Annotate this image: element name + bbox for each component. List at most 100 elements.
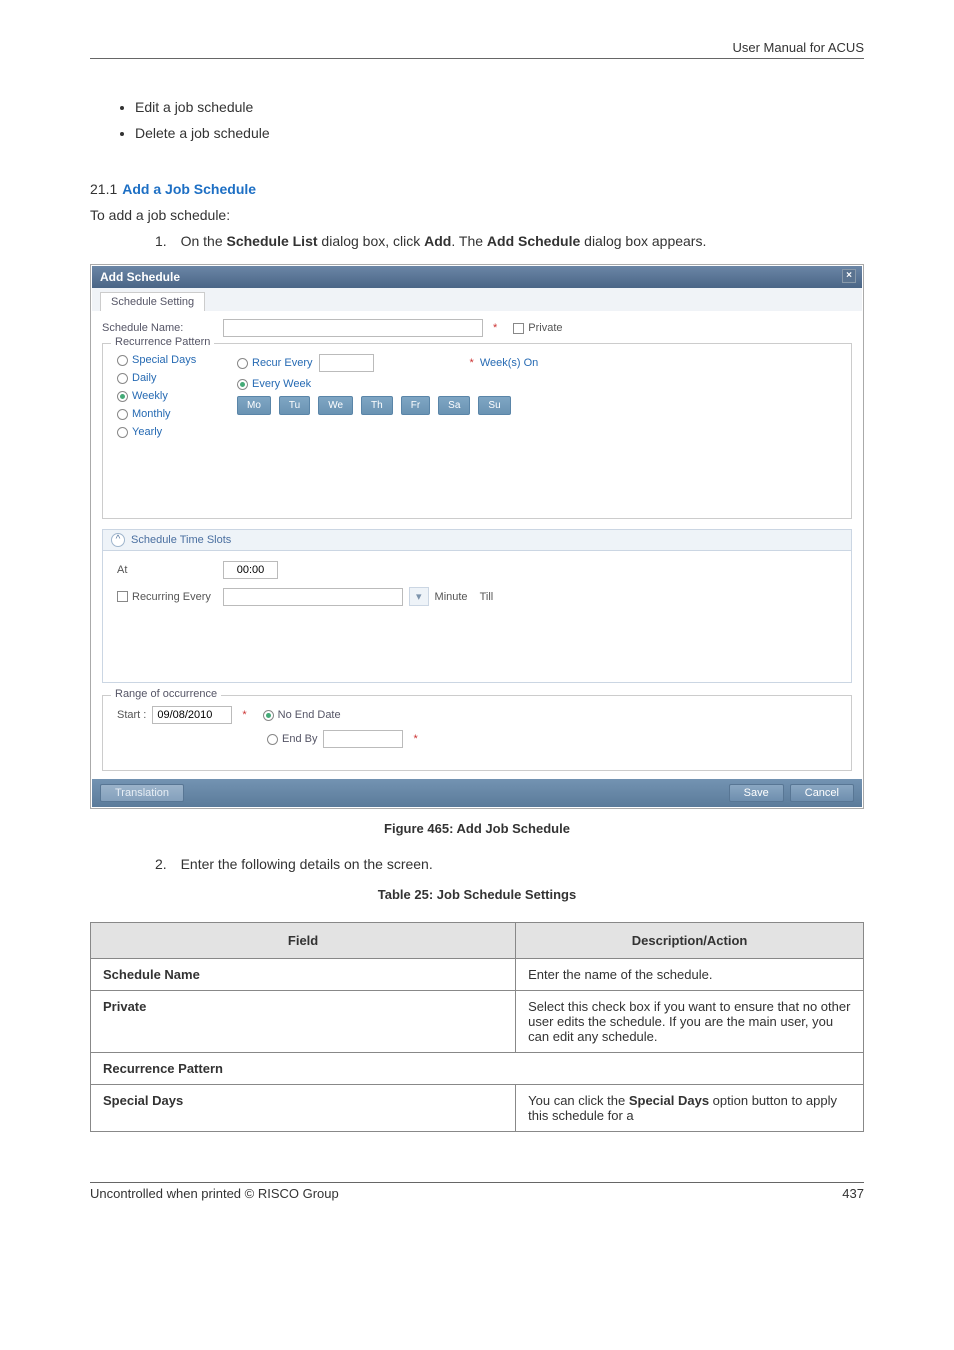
translation-button[interactable]: Translation [100, 784, 184, 802]
chevron-up-icon[interactable]: ^ [111, 533, 125, 547]
recurring-checkbox-wrap[interactable]: Recurring Every [117, 591, 217, 603]
recurring-checkbox[interactable] [117, 591, 128, 602]
pattern-right-panel: Recur Every * Week(s) On Every Week Mo T… [237, 354, 837, 438]
time-slots-title: Schedule Time Slots [131, 534, 231, 546]
time-slots-body: At Recurring Every ▾ Minute Till [102, 551, 852, 683]
step-2-number: 2. [155, 856, 167, 872]
header-title: User Manual for ACUS [733, 40, 865, 55]
start-label: Start : [117, 709, 146, 721]
table-caption: Table 25: Job Schedule Settings [90, 887, 864, 902]
day-mo[interactable]: Mo [237, 396, 271, 415]
cancel-button[interactable]: Cancel [790, 784, 854, 802]
bullet-item: Edit a job schedule [135, 99, 864, 115]
required-icon: * [493, 322, 497, 334]
footer-page-number: 437 [842, 1186, 864, 1201]
section-title: Add a Job Schedule [122, 181, 256, 197]
day-fr[interactable]: Fr [401, 396, 430, 415]
section-heading: 21.1 Add a Job Schedule [90, 181, 864, 197]
step-1-bold-b: Schedule List [227, 233, 318, 249]
radio-weekly[interactable]: Weekly [117, 390, 217, 402]
day-sa[interactable]: Sa [438, 396, 470, 415]
dropdown-icon[interactable]: ▾ [409, 587, 429, 606]
required-icon: * [413, 733, 417, 745]
cell-desc: You can click the Special Days option bu… [516, 1085, 864, 1132]
radio-end-by[interactable]: End By [267, 733, 317, 745]
range-fieldset: Range of occurrence Start : * No End Dat… [102, 695, 852, 771]
day-we[interactable]: We [318, 396, 353, 415]
step-1-bold-d: Add [424, 233, 451, 249]
end-by-input[interactable] [323, 730, 403, 748]
private-label: Private [528, 322, 562, 334]
add-schedule-dialog: Add Schedule × Schedule Setting Schedule… [92, 266, 862, 807]
dialog-screenshot: Add Schedule × Schedule Setting Schedule… [90, 264, 864, 809]
figure-caption: Figure 465: Add Job Schedule [90, 821, 864, 836]
page-footer: Uncontrolled when printed © RISCO Group … [90, 1182, 864, 1201]
minute-label: Minute [435, 591, 468, 603]
radio-no-end-date[interactable]: No End Date [263, 709, 341, 721]
at-label: At [117, 564, 217, 576]
schedule-name-label: Schedule Name: [102, 322, 217, 334]
day-buttons: Mo Tu We Th Fr Sa Su [237, 396, 837, 415]
feature-bullets: Edit a job schedule Delete a job schedul… [135, 99, 864, 141]
cell-field: Schedule Name [91, 959, 516, 991]
day-th[interactable]: Th [361, 396, 393, 415]
radio-recur-every[interactable]: Recur Every [237, 357, 313, 369]
radio-special-days[interactable]: Special Days [117, 354, 217, 366]
till-label: Till [480, 591, 494, 603]
table-row: Schedule Name Enter the name of the sche… [91, 959, 864, 991]
day-tu[interactable]: Tu [279, 396, 310, 415]
section-intro: To add a job schedule: [90, 207, 864, 223]
recurring-label: Recurring Every [132, 591, 211, 603]
step-2-text: Enter the following details on the scree… [181, 856, 433, 872]
cell-field: Private [91, 991, 516, 1053]
settings-table: Field Description/Action Schedule Name E… [90, 922, 864, 1132]
recur-every-input[interactable] [319, 354, 374, 372]
step-1-text-e: . The [451, 233, 487, 249]
range-legend: Range of occurrence [111, 688, 221, 700]
step-1-number: 1. [155, 233, 167, 249]
radio-yearly[interactable]: Yearly [117, 426, 217, 438]
col-desc: Description/Action [516, 923, 864, 959]
step-2: 2. Enter the following details on the sc… [155, 856, 864, 872]
dialog-footer: Translation Save Cancel [92, 779, 862, 807]
save-button[interactable]: Save [729, 784, 784, 802]
cell-desc: Enter the name of the schedule. [516, 959, 864, 991]
dialog-titlebar: Add Schedule × [92, 266, 862, 288]
pattern-radio-group: Special Days Daily Weekly Monthly Yearly [117, 354, 217, 438]
schedule-name-row: Schedule Name: * Private [102, 319, 852, 337]
recurrence-pattern-legend: Recurrence Pattern [111, 336, 214, 348]
recurring-input[interactable] [223, 588, 403, 606]
tab-strip: Schedule Setting [92, 288, 862, 311]
table-row: Private Select this check box if you wan… [91, 991, 864, 1053]
required-icon: * [242, 709, 246, 721]
step-1-text-c: dialog box, click [318, 233, 425, 249]
page-header: User Manual for ACUS [90, 40, 864, 59]
private-checkbox-wrap[interactable]: Private [513, 322, 562, 334]
day-su[interactable]: Su [478, 396, 510, 415]
bullet-item: Delete a job schedule [135, 125, 864, 141]
dialog-title: Add Schedule [100, 270, 180, 284]
private-checkbox[interactable] [513, 323, 524, 334]
schedule-name-input[interactable] [223, 319, 483, 337]
at-input[interactable] [223, 561, 278, 579]
tab-schedule-setting[interactable]: Schedule Setting [100, 292, 205, 311]
start-date-input[interactable] [152, 706, 232, 724]
section-number: 21.1 [90, 181, 117, 197]
close-icon[interactable]: × [842, 269, 856, 283]
cell-desc: Select this check box if you want to ens… [516, 991, 864, 1053]
step-1-text-g: dialog box appears. [580, 233, 706, 249]
dialog-body: Schedule Name: * Private Recurrence Patt… [92, 311, 862, 779]
cell-field: Special Days [91, 1085, 516, 1132]
cell-span: Recurrence Pattern [91, 1053, 864, 1085]
radio-monthly[interactable]: Monthly [117, 408, 217, 420]
required-icon: * [470, 357, 474, 369]
col-field: Field [91, 923, 516, 959]
weeks-on-label: Week(s) On [480, 357, 538, 369]
radio-daily[interactable]: Daily [117, 372, 217, 384]
step-1-text-a: On the [181, 233, 227, 249]
step-1: 1. On the Schedule List dialog box, clic… [155, 233, 864, 249]
time-slots-header[interactable]: ^ Schedule Time Slots [102, 529, 852, 551]
radio-every-week[interactable]: Every Week [237, 378, 311, 390]
step-1-bold-f: Add Schedule [487, 233, 580, 249]
table-row: Recurrence Pattern [91, 1053, 864, 1085]
